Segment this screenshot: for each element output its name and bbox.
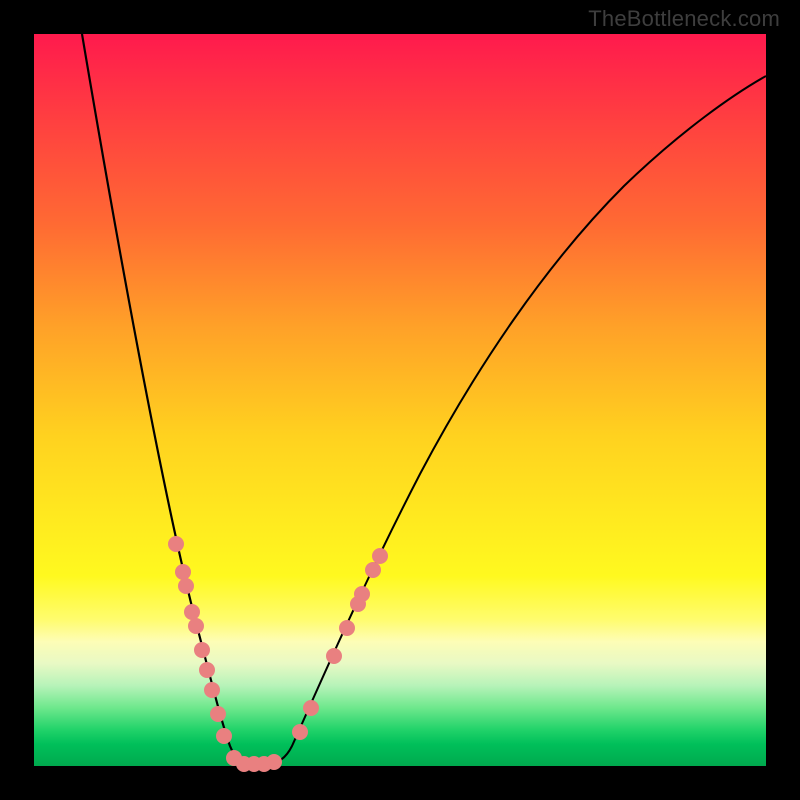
right-curve xyxy=(266,76,766,764)
outer-frame: TheBottleneck.com xyxy=(0,0,800,800)
data-point xyxy=(176,565,191,580)
data-point xyxy=(293,725,308,740)
plot-area xyxy=(34,34,766,766)
scatter-group xyxy=(169,537,388,772)
data-point xyxy=(205,683,220,698)
data-point xyxy=(169,537,184,552)
data-point xyxy=(189,619,204,634)
data-point xyxy=(185,605,200,620)
data-point xyxy=(304,701,319,716)
data-point xyxy=(366,563,381,578)
data-point xyxy=(340,621,355,636)
data-point xyxy=(267,755,282,770)
data-point xyxy=(179,579,194,594)
left-curve xyxy=(82,34,266,764)
data-point xyxy=(217,729,232,744)
data-point xyxy=(195,643,210,658)
data-point xyxy=(373,549,388,564)
data-point xyxy=(327,649,342,664)
data-point xyxy=(200,663,215,678)
chart-svg xyxy=(34,34,766,766)
watermark-text: TheBottleneck.com xyxy=(588,6,780,32)
data-point xyxy=(355,587,370,602)
data-point xyxy=(211,707,226,722)
